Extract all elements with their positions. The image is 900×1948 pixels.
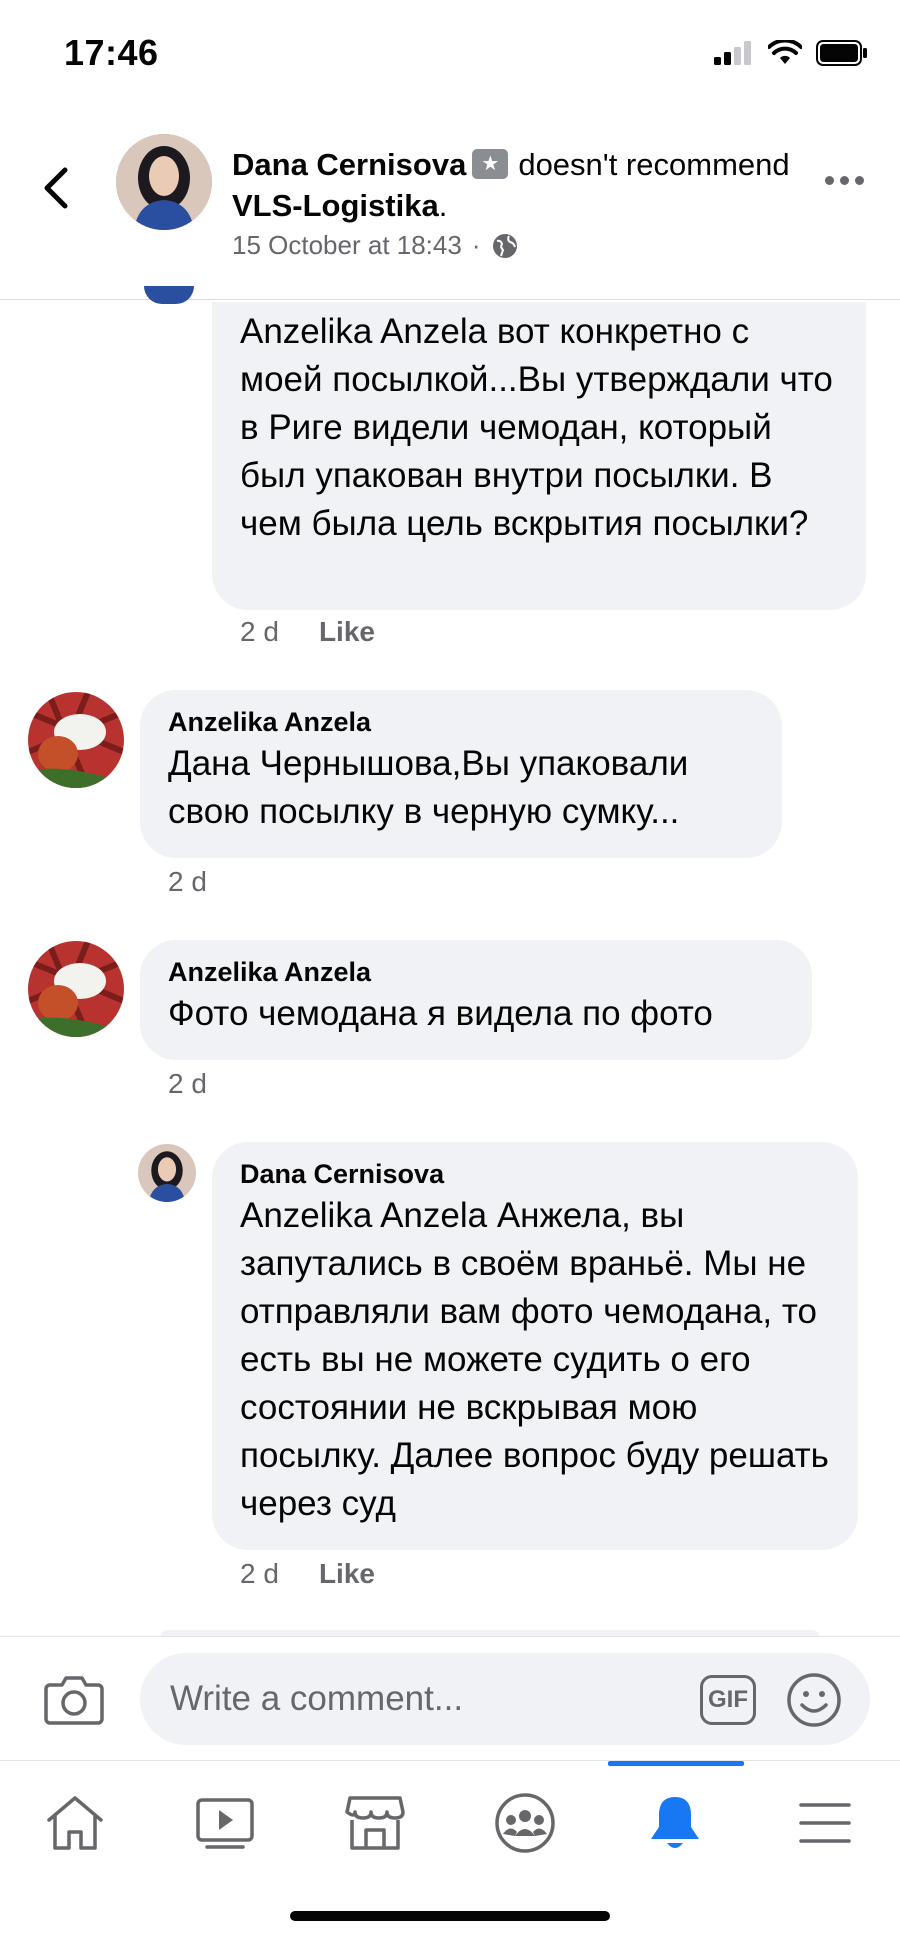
more-dot <box>840 176 849 185</box>
camera-button[interactable] <box>44 1671 104 1727</box>
signal-icon <box>714 41 751 65</box>
gif-button[interactable]: GIF <box>700 1675 756 1725</box>
home-indicator <box>290 1911 610 1921</box>
like-button[interactable]: Like <box>319 616 375 648</box>
author-name[interactable]: Dana Cernisova <box>232 147 466 182</box>
comment-age: 2 d <box>240 1558 279 1589</box>
battery-icon <box>816 40 867 66</box>
emoji-button[interactable] <box>786 1672 842 1728</box>
comment-age: 2 d <box>168 1068 207 1099</box>
comment-text: Anzelika Anzela вот конкретно с моей пос… <box>240 312 833 543</box>
wifi-icon <box>768 40 802 64</box>
status-icons <box>714 40 868 66</box>
globe-icon <box>492 233 517 258</box>
post-header: Dana Cernisova ★ doesn't recommend VLS-Log… <box>0 110 900 300</box>
bottom-tab-bar <box>0 1760 900 1948</box>
author-avatar[interactable] <box>116 134 212 230</box>
comment-text: Anzelika Anzela Анжела, вы запутались в … <box>240 1196 829 1523</box>
page-name[interactable]: VLS-Logistika <box>232 188 439 223</box>
meta-separator: · <box>471 230 481 260</box>
tab-home[interactable] <box>0 1783 150 1863</box>
home-icon <box>47 1796 103 1850</box>
comment-author[interactable]: Dana Cernisova <box>240 1156 830 1192</box>
comment-age: 2 d <box>240 616 279 647</box>
comment-input[interactable]: Write a comment... GIF <box>140 1653 870 1745</box>
comment-meta: 2 d Like <box>240 1558 375 1590</box>
comment-avatar[interactable] <box>144 286 194 304</box>
comment-meta: 2 d Like <box>240 616 375 648</box>
comment-avatar[interactable] <box>138 1144 196 1202</box>
tab-video[interactable] <box>150 1783 300 1863</box>
comment-author[interactable]: Anzelika Anzela <box>168 704 754 740</box>
more-dot <box>825 176 834 185</box>
comment-avatar[interactable] <box>28 941 124 1037</box>
comment-bubble[interactable]: Anzelika Anzela Фото чемодана я видела п… <box>140 940 812 1060</box>
notifications-icon <box>651 1797 699 1848</box>
video-icon <box>196 1798 254 1849</box>
comment-bubble[interactable]: Dana Cernisova Anzelika Anzela Анжела, в… <box>212 1142 858 1550</box>
camera-icon <box>44 1676 104 1725</box>
like-button[interactable]: Like <box>319 1558 375 1590</box>
comment-bubble[interactable]: Anzelika Anzela Дана Чернышова,Вы упаков… <box>140 690 782 858</box>
comment-bubble[interactable]: Anzelika Anzela вот конкретно с моей пос… <box>212 302 866 610</box>
chevron-left-icon <box>44 167 68 209</box>
comment-avatar[interactable] <box>28 692 124 788</box>
tab-notifications[interactable] <box>600 1783 750 1863</box>
comment-author[interactable]: Anzelika Anzela <box>168 954 784 990</box>
status-time: 17:46 <box>64 32 159 73</box>
post-meta: 15 October at 18:43 · <box>232 230 519 261</box>
headline-period: . <box>438 188 448 223</box>
action-text: doesn't recommend <box>518 147 790 182</box>
tab-marketplace[interactable] <box>300 1783 450 1863</box>
emoji-icon <box>787 1673 841 1727</box>
more-dot <box>855 176 864 185</box>
star-badge-icon: ★ <box>472 149 509 179</box>
comment-composer: Write a comment... GIF <box>0 1636 900 1760</box>
comment-meta: 2 d <box>168 866 207 898</box>
tab-menu[interactable] <box>750 1783 900 1863</box>
comment-placeholder: Write a comment... <box>170 1679 464 1718</box>
groups-icon <box>495 1793 555 1853</box>
comment-age: 2 d <box>168 866 207 897</box>
comment-text: Дана Чернышова,Вы упаковали свою посылку… <box>168 744 689 831</box>
more-options-button[interactable] <box>825 176 864 185</box>
active-tab-indicator <box>608 1761 744 1766</box>
comment-text: Фото чемодана я видела по фото <box>168 994 713 1033</box>
post-headline: Dana Cernisova ★ doesn't recommend VLS-Log… <box>232 144 792 226</box>
status-bar: 17:46 <box>0 0 900 110</box>
back-button[interactable] <box>36 158 76 218</box>
post-timestamp[interactable]: 15 October at 18:43 <box>232 230 462 261</box>
menu-icon <box>799 1803 851 1843</box>
tab-groups[interactable] <box>450 1783 600 1863</box>
marketplace-icon <box>345 1796 405 1850</box>
comment-meta: 2 d <box>168 1068 207 1100</box>
